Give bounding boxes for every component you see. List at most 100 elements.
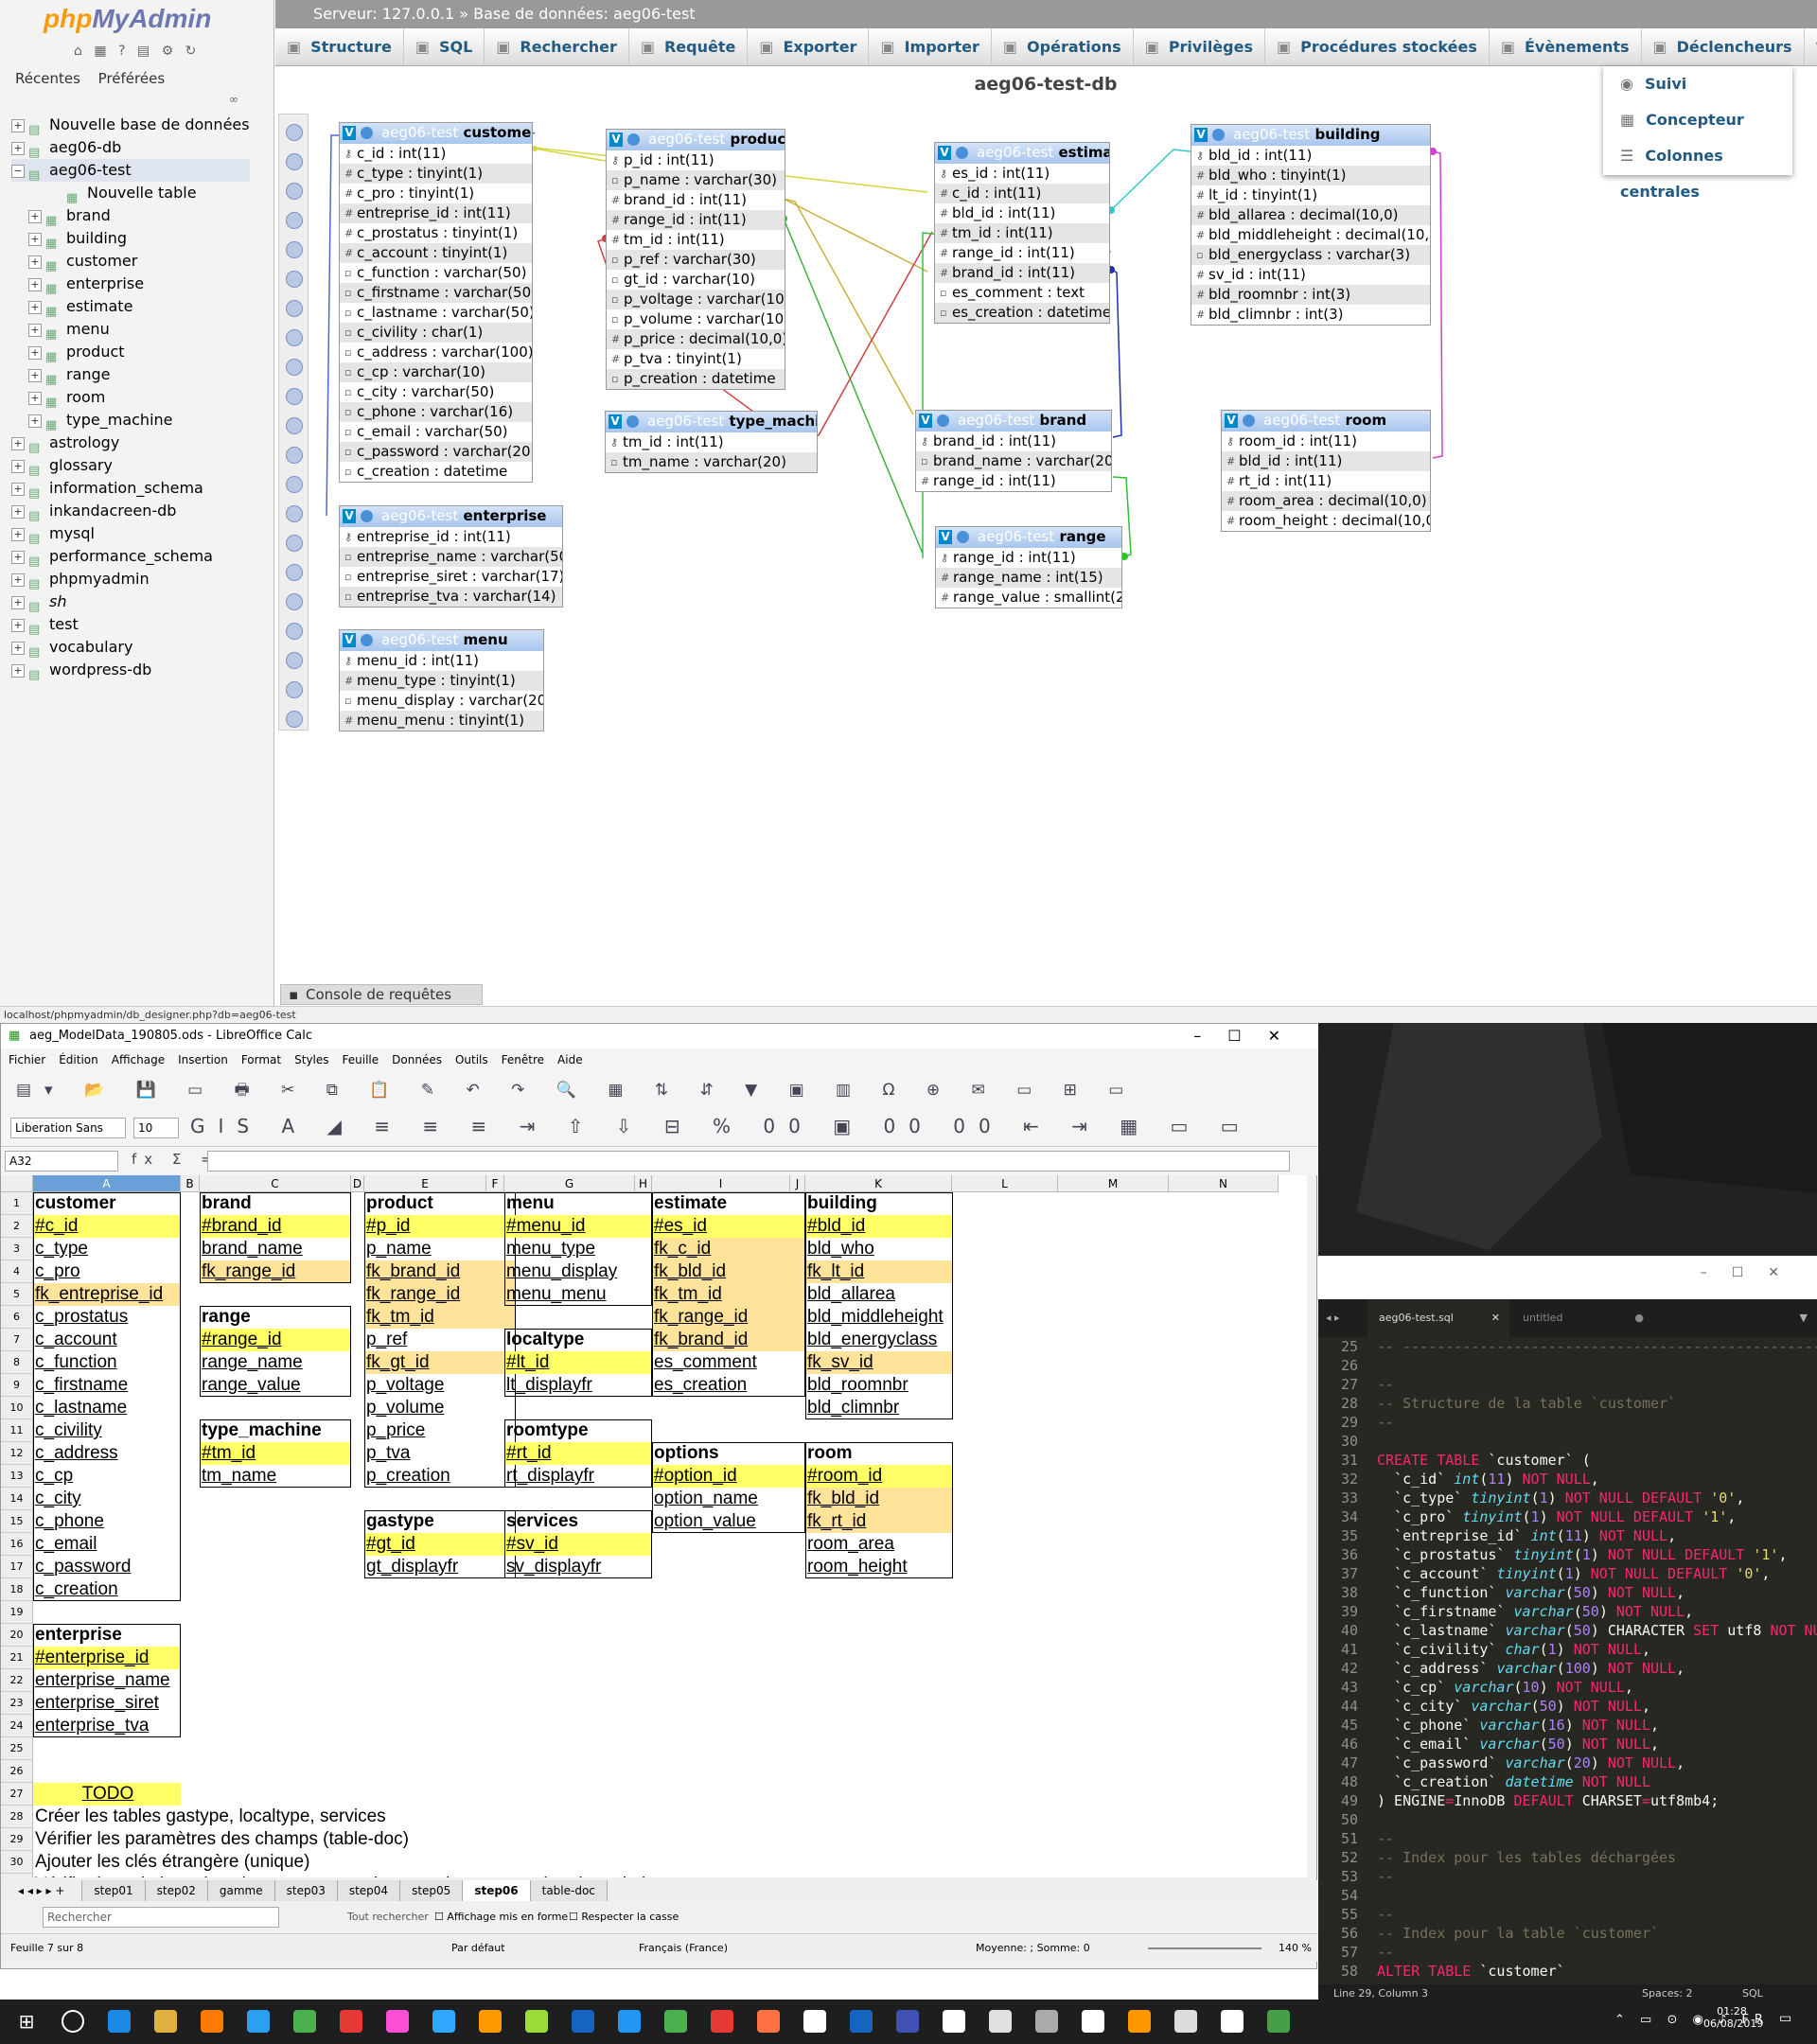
column-header[interactable]: F	[486, 1175, 504, 1192]
column-header[interactable]: K	[805, 1175, 952, 1192]
toggle-icon[interactable]: V	[343, 509, 356, 523]
row-header[interactable]: 5	[1, 1283, 33, 1306]
taskbar-app-icon[interactable]	[757, 2010, 780, 2033]
table-column[interactable]: # rt_id : int(11)	[1222, 471, 1430, 491]
notification-icon[interactable]: ▭	[1779, 2011, 1791, 2026]
table-column[interactable]: # p_tva : tinyint(1)	[607, 349, 785, 369]
calc-menu-item[interactable]: Outils	[455, 1053, 488, 1066]
taskbar-app-icon[interactable]	[572, 2010, 594, 2033]
find-all-button[interactable]: Tout rechercher	[347, 1901, 429, 1933]
calc-menu-item[interactable]: Affichage	[112, 1053, 165, 1066]
table-column[interactable]: ▫ c_email : varchar(50)	[340, 422, 532, 442]
taskbar-app-icon[interactable]	[479, 2010, 502, 2033]
taskbar-app-icon[interactable]	[1082, 2010, 1104, 2033]
calc-menu-item[interactable]: Insertion	[178, 1053, 228, 1066]
sheet-tab[interactable]: table-doc	[530, 1880, 608, 1901]
table-header[interactable]: Vaeg06-test room	[1222, 411, 1430, 432]
table-column[interactable]: # tm_id : int(11)	[935, 223, 1109, 243]
row-header[interactable]: 8	[1, 1351, 33, 1374]
taskbar-app-icon[interactable]	[340, 2010, 362, 2033]
table-column[interactable]: ▫ brand_name : varchar(20)	[916, 451, 1111, 471]
clock[interactable]: 01:28 06/08/2019	[1703, 2005, 1763, 2030]
match-case-checkbox[interactable]: ☐ Respecter la casse	[569, 1901, 679, 1933]
gear-icon[interactable]	[956, 147, 968, 159]
gear-icon[interactable]	[626, 415, 639, 428]
column-header[interactable]: J	[790, 1175, 805, 1192]
table-column[interactable]: # room_height : decimal(10,0)	[1222, 511, 1430, 531]
table-column[interactable]: # brand_id : int(11)	[607, 190, 785, 210]
row-header[interactable]: 26	[1, 1760, 33, 1783]
column-header[interactable]: B	[181, 1175, 200, 1192]
font-name-box[interactable]: Liberation Sans	[10, 1118, 126, 1138]
row-header[interactable]: 6	[1, 1306, 33, 1329]
taskbar-app-icon[interactable]	[108, 2010, 131, 2033]
table-column[interactable]: ▫ c_address : varchar(100)	[340, 343, 532, 362]
table-column[interactable]: # c_type : tinyint(1)	[340, 164, 532, 184]
table-column[interactable]: # c_prostatus : tinyint(1)	[340, 223, 532, 243]
format-buttons[interactable]: GIS A ◢ ≡ ≡ ≡ ⇥ ⇧ ⇩ ⊟ % 00 ▣ 00 00 ⇤ ⇥ ▦…	[190, 1115, 1252, 1137]
corner-header[interactable]	[1, 1175, 33, 1192]
table-column[interactable]: ⚷ c_id : int(11)	[340, 144, 532, 164]
taskbar-app-icon[interactable]	[711, 2010, 733, 2033]
spreadsheet-grid[interactable]: A B C D E F G H I J K L M N 1 2 3 4 5 6 7 8 9 10 11 12 13 14 15 16 17 1…	[1, 1175, 1307, 1877]
table-column[interactable]: ▫ es_comment : text	[935, 283, 1109, 303]
todo-cell[interactable]: TODO	[33, 1783, 181, 1806]
gear-icon[interactable]	[937, 414, 949, 427]
calc-menu-item[interactable]: Fenêtre	[502, 1053, 544, 1066]
gear-icon[interactable]	[361, 510, 373, 522]
taskbar-app-icon[interactable]	[201, 2010, 223, 2033]
name-box[interactable]: A32	[5, 1151, 118, 1172]
sheet-tab[interactable]: step05	[400, 1880, 464, 1901]
table-column[interactable]: # range_id : int(11)	[916, 471, 1111, 491]
row-header[interactable]: 3	[1, 1238, 33, 1260]
row-header[interactable]: 1	[1, 1192, 33, 1215]
gear-icon[interactable]	[1243, 414, 1255, 427]
table-column[interactable]: ▫ c_civility : char(1)	[340, 323, 532, 343]
row-header[interactable]: 11	[1, 1419, 33, 1442]
toggle-icon[interactable]: V	[343, 633, 356, 647]
designer-table-menu[interactable]: Vaeg06-test menu ⚷ menu_id : int(11) # menu_…	[339, 629, 544, 731]
row-header[interactable]: 22	[1, 1669, 33, 1692]
calc-menu-item[interactable]: Données	[392, 1053, 442, 1066]
taskbar-app-icon[interactable]	[850, 2010, 873, 2033]
designer-table-brand[interactable]: Vaeg06-test brand ⚷ brand_id : int(11) ▫ bra…	[915, 410, 1112, 492]
table-column[interactable]: ⚷ room_id : int(11)	[1222, 432, 1430, 451]
table-column[interactable]: # bld_allarea : decimal(10,0)	[1191, 205, 1430, 225]
column-header[interactable]: N	[1169, 1175, 1279, 1192]
taskbar-app-icon[interactable]	[293, 2010, 316, 2033]
find-input[interactable]: Rechercher	[43, 1907, 279, 1928]
table-header[interactable]: Vaeg06-test brand	[916, 411, 1111, 432]
toggle-icon[interactable]: V	[609, 132, 623, 147]
zoom-slider[interactable]	[1148, 1947, 1261, 1949]
toggle-icon[interactable]: V	[609, 414, 622, 429]
row-header[interactable]: 24	[1, 1715, 33, 1737]
table-column[interactable]: # sv_id : int(11)	[1191, 265, 1430, 285]
table-column[interactable]: ▫ entreprise_name : varchar(50)	[340, 547, 562, 567]
table-column[interactable]: ▫ menu_display : varchar(20)	[340, 691, 543, 711]
table-column[interactable]: # bld_roomnbr : int(3)	[1191, 285, 1430, 305]
column-header[interactable]: M	[1058, 1175, 1169, 1192]
row-header[interactable]: 7	[1, 1329, 33, 1351]
windows-start-icon[interactable]: ⊞	[15, 2010, 38, 2033]
toggle-icon[interactable]: V	[939, 530, 952, 544]
calc-menu-item[interactable]: Fichier	[9, 1053, 45, 1066]
table-header[interactable]: Vaeg06-test enterprise	[340, 506, 562, 527]
taskbar-app-icon[interactable]	[1221, 2010, 1244, 2033]
row-header[interactable]: 23	[1, 1692, 33, 1715]
sheet-tab[interactable]: step06	[463, 1880, 531, 1901]
taskbar-app-icon[interactable]	[989, 2010, 1012, 2033]
tab-dropdown-icon[interactable]: ▼	[1800, 1299, 1808, 1337]
table-column[interactable]: # menu_menu : tinyint(1)	[340, 711, 543, 731]
formatted-display-checkbox[interactable]: ☐ Affichage mis en forme	[434, 1901, 568, 1933]
column-header[interactable]: H	[635, 1175, 652, 1192]
formula-input[interactable]	[207, 1151, 1290, 1172]
tab-sql-file[interactable]: aeg06-test.sql ✕	[1367, 1299, 1509, 1337]
table-column[interactable]: # range_name : int(15)	[936, 568, 1121, 588]
taskbar-app-icon[interactable]	[943, 2010, 965, 2033]
status-zoom[interactable]: 140 %	[1279, 1934, 1312, 1963]
table-column[interactable]: # entreprise_id : int(11)	[340, 203, 532, 223]
standard-toolbar[interactable]: ▤▾ 📂 💾 ▭ 🖶 ✂ ⧉ 📋 ✎ ↶ ↷ 🔍 ▦ ⇅ ⇵ ▼ ▣ ▥ Ω ⊕…	[1, 1071, 1318, 1109]
sheet-tab[interactable]: step03	[274, 1880, 338, 1901]
table-header[interactable]: Vaeg06-test estimate	[935, 143, 1109, 164]
table-column[interactable]: ▫ p_name : varchar(30)	[607, 170, 785, 190]
